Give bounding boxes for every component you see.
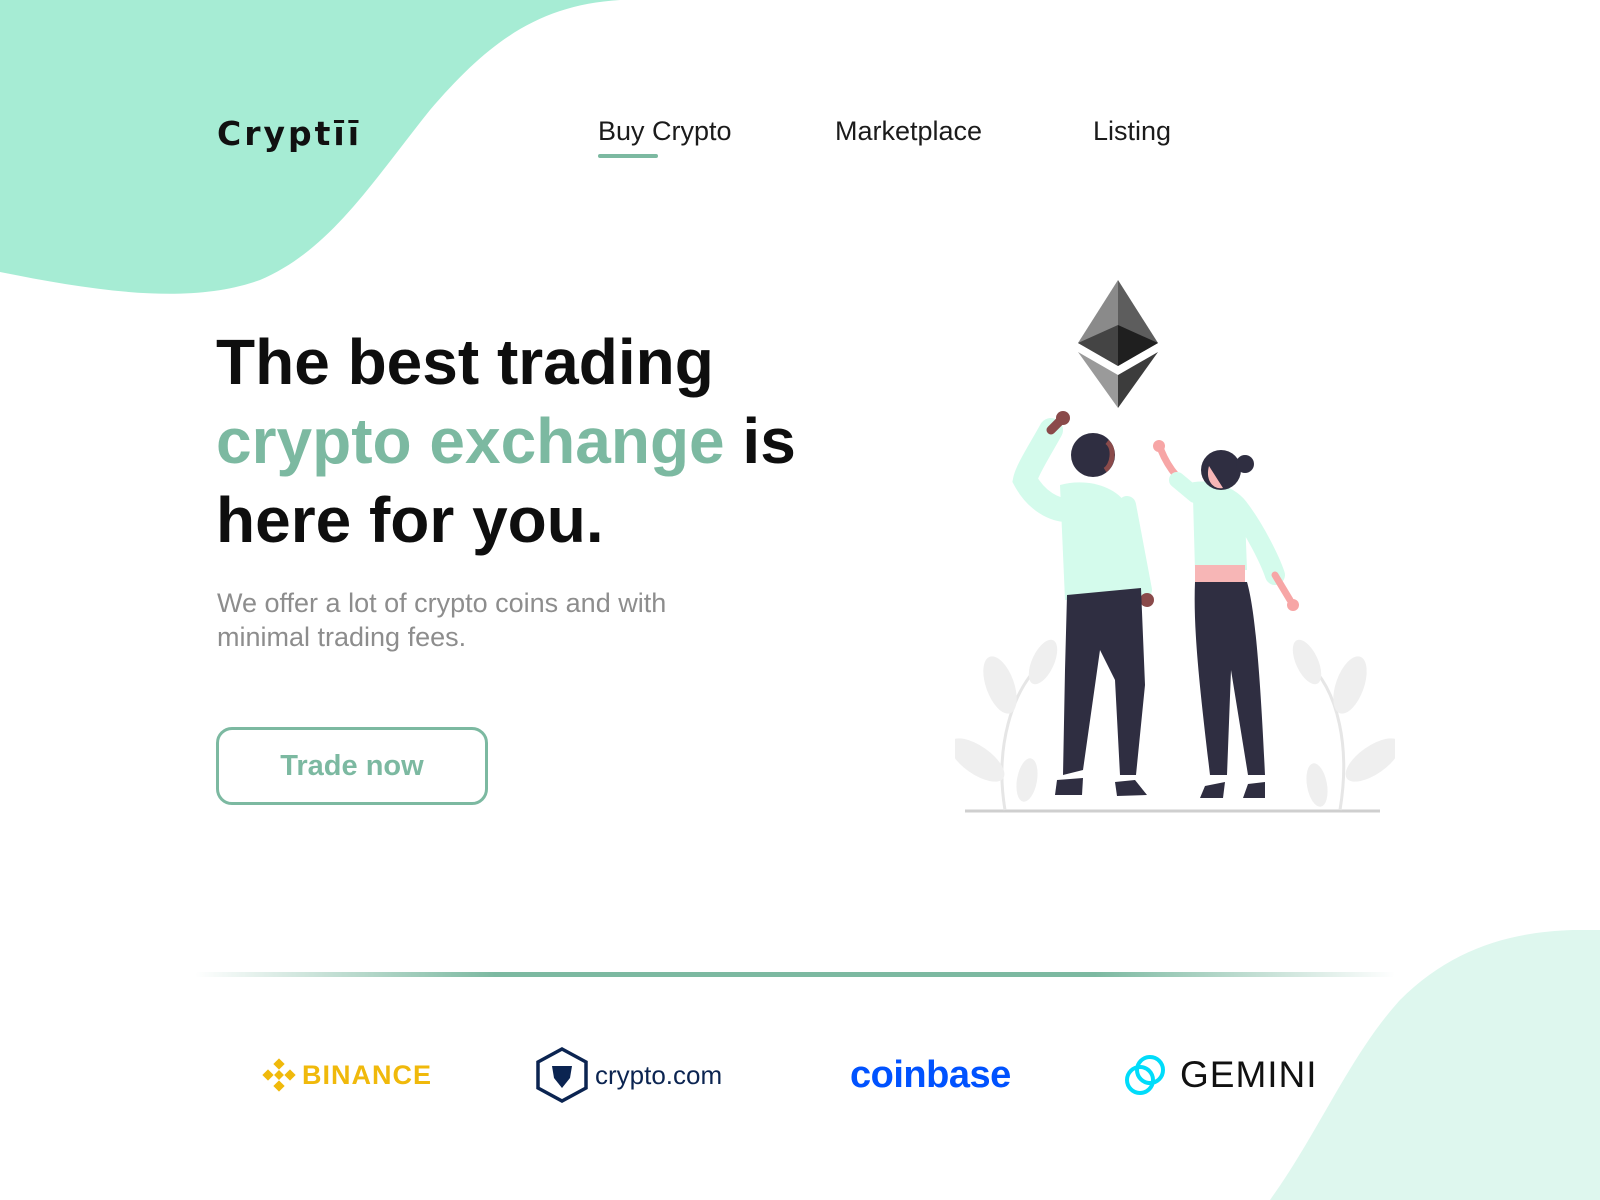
headline-line-1: The best trading <box>216 326 714 398</box>
section-divider <box>195 972 1395 977</box>
trade-now-button[interactable]: Trade now <box>216 727 488 805</box>
binance-diamond-icon <box>262 1058 296 1092</box>
woman-figure <box>1153 440 1299 798</box>
gemini-label: GEMINI <box>1180 1054 1318 1095</box>
gemini-icon <box>1125 1055 1165 1095</box>
nav-item-buy-crypto[interactable]: Buy Crypto <box>598 116 732 147</box>
headline-line-3: here for you. <box>216 484 604 556</box>
headline-connector: is <box>724 405 796 477</box>
headline-line-2: crypto exchange is <box>216 402 796 481</box>
nav-item-marketplace[interactable]: Marketplace <box>835 116 982 147</box>
nav-active-indicator <box>598 154 658 158</box>
headline-accent: crypto exchange <box>216 405 725 477</box>
cryptocom-label: crypto.com <box>595 1059 723 1090</box>
plant-right-icon <box>1292 639 1395 811</box>
partner-coinbase[interactable]: coinbase <box>850 1040 1011 1110</box>
cryptocom-shield-icon <box>536 1047 588 1103</box>
coinbase-label: coinbase <box>850 1053 1011 1096</box>
hero-headline: The best trading crypto exchange is here… <box>216 323 796 560</box>
partner-binance[interactable]: BINANCE <box>262 1040 432 1110</box>
partner-gemini[interactable]: GEMINI <box>1124 1040 1318 1110</box>
hero-subtitle: We offer a lot of crypto coins and with … <box>217 588 667 652</box>
brand-logo[interactable]: Cryptīī <box>217 114 362 153</box>
man-figure <box>1012 411 1154 796</box>
partner-cryptocom[interactable]: crypto.com <box>535 1040 722 1110</box>
ethereum-icon <box>1078 280 1158 408</box>
nav-item-listing[interactable]: Listing <box>1093 116 1171 147</box>
binance-label: BINANCE <box>302 1059 433 1090</box>
plant-left-icon <box>955 639 1058 811</box>
hero-illustration <box>955 280 1395 813</box>
